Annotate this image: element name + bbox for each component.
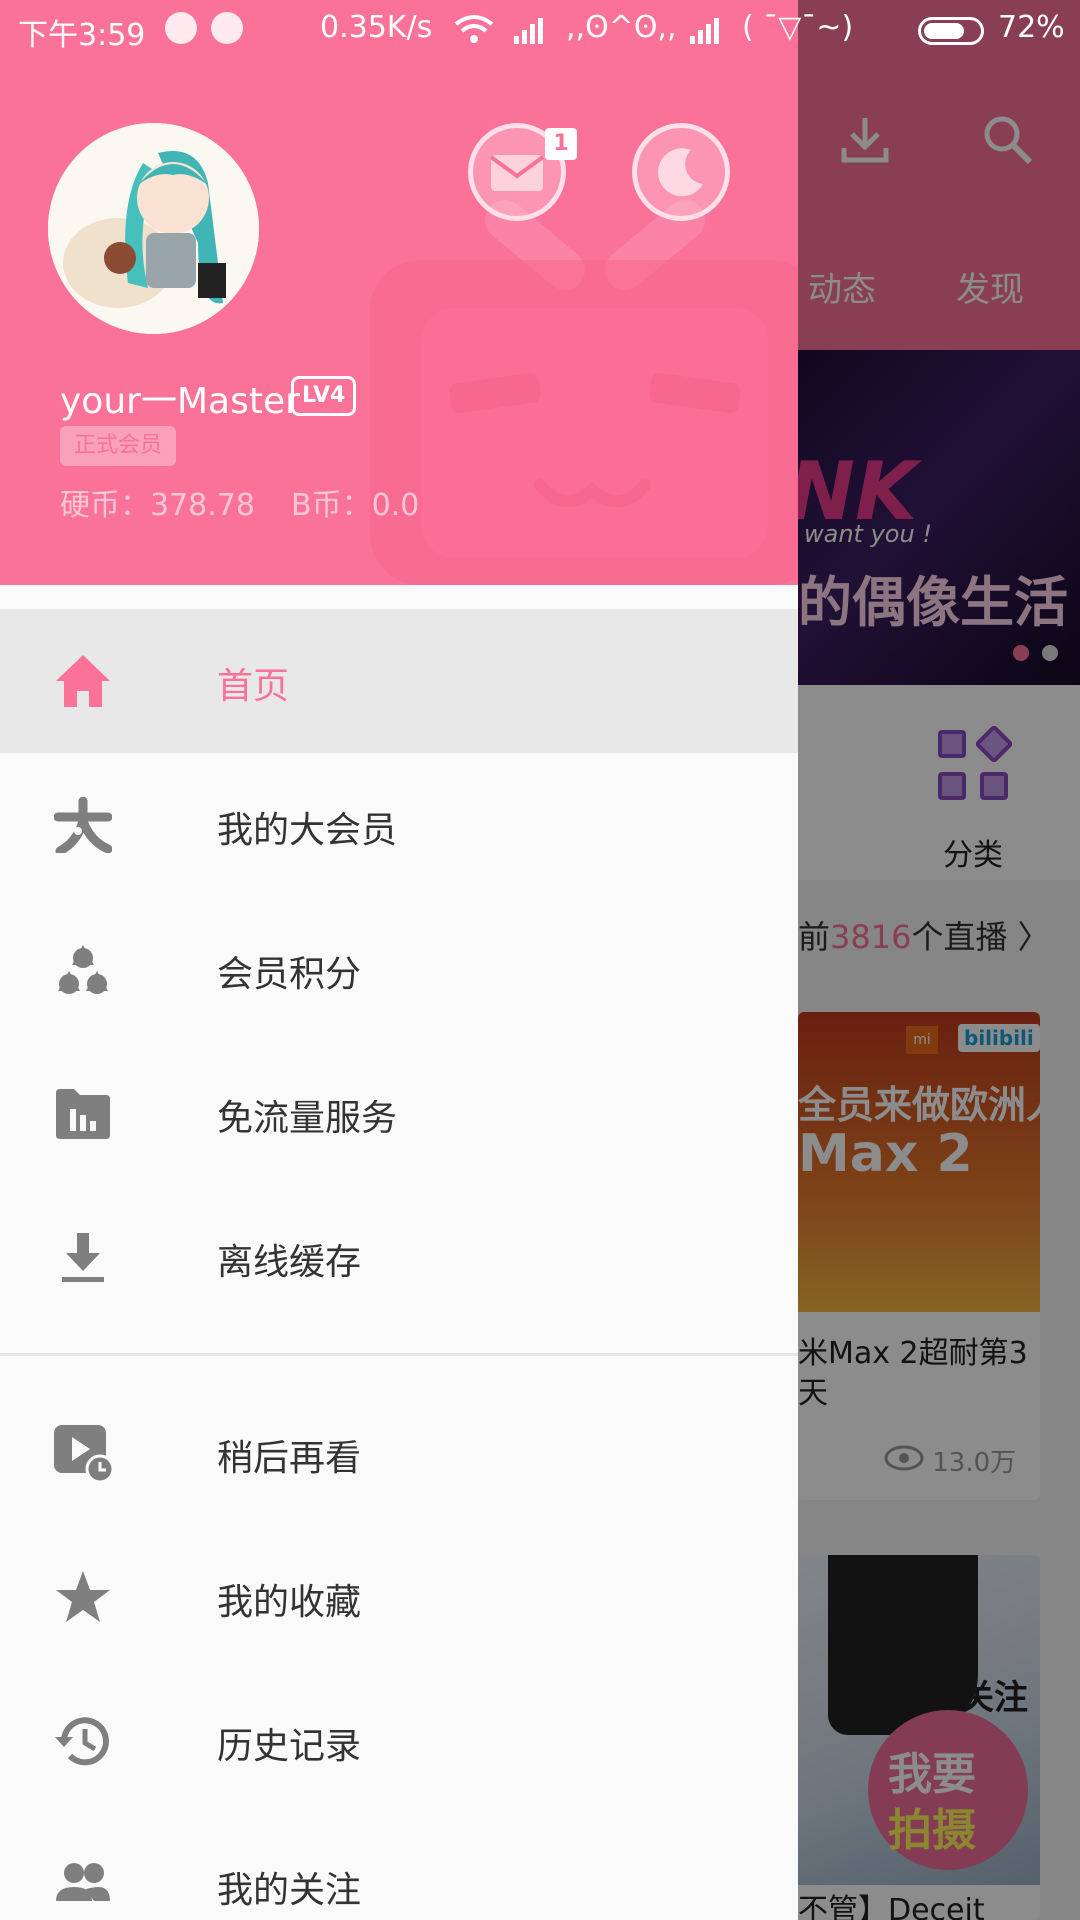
menu-item-label: 首页	[217, 666, 290, 707]
b-coins: B币：0.0	[290, 488, 420, 523]
menu-item-following[interactable]: 我的关注	[0, 1813, 798, 1920]
status-emoticon-2: ( ¯▽¯~)	[742, 10, 854, 45]
status-time: 下午3:59	[18, 18, 146, 53]
battery-percent: 72%	[998, 10, 1065, 45]
wifi-icon	[454, 15, 494, 43]
drawer-header: 1 your一Master LV4 正式会员 硬币：378.78 B币：0.0	[0, 0, 798, 585]
menu-item-favorites[interactable]: 我的收藏	[0, 1525, 798, 1669]
signal-icon	[514, 18, 543, 44]
network-speed: 0.35K/s	[320, 10, 433, 45]
menu-item-label: 我的大会员	[217, 810, 398, 851]
unread-badge: 1	[545, 128, 577, 160]
navigation-drawer: 1 your一Master LV4 正式会员 硬币：378.78 B币：0.0 首…	[0, 0, 798, 1920]
night-mode-button[interactable]	[632, 123, 730, 221]
menu-divider	[0, 1353, 798, 1356]
menu-item-watch-later[interactable]: 稍后再看	[0, 1381, 798, 1525]
notification-avatar-icon	[165, 12, 197, 44]
member-tag[interactable]: 正式会员	[60, 426, 176, 466]
download-icon	[62, 1233, 104, 1282]
free-data-icon	[56, 1089, 110, 1139]
drawer-menu-secondary: 稍后再看 我的收藏 历史记录 我的关注	[0, 1381, 798, 1920]
notification-app-icon	[211, 12, 243, 44]
signal-icon-2	[690, 18, 719, 44]
star-icon	[56, 1571, 110, 1622]
avatar[interactable]	[48, 123, 259, 334]
watch-later-icon	[54, 1425, 112, 1481]
following-icon	[56, 1863, 110, 1901]
scrim-overlay[interactable]	[798, 0, 1080, 1920]
battery-icon	[918, 17, 984, 45]
level-badge: LV4	[291, 376, 357, 416]
menu-item-label: 历史记录	[217, 1726, 362, 1767]
menu-item-free-data[interactable]: 免流量服务	[0, 1041, 798, 1185]
home-icon	[56, 655, 110, 707]
menu-item-label: 我的关注	[217, 1870, 362, 1911]
menu-item-points[interactable]: 会员积分	[0, 897, 798, 1041]
menu-item-label: 我的收藏	[217, 1582, 362, 1623]
vip-icon	[54, 797, 112, 853]
menu-item-label: 稍后再看	[217, 1438, 362, 1479]
status-bar: 下午3:59 0.35K/s ,,ʘ^ʘ,, ( ¯▽¯~) 72%	[0, 0, 1080, 58]
menu-item-label: 离线缓存	[217, 1242, 362, 1283]
menu-item-home[interactable]: 首页	[0, 609, 798, 753]
bilibili-tv-watermark-icon	[370, 200, 798, 585]
menu-item-vip[interactable]: 我的大会员	[0, 753, 798, 897]
menu-item-label: 会员积分	[217, 954, 362, 995]
username: your一Master	[60, 381, 300, 422]
drawer-menu: 首页 我的大会员 会员积分 免流量服务 离线缓存	[0, 609, 798, 1329]
history-icon	[55, 1717, 109, 1766]
status-emoticon: ,,ʘ^ʘ,,	[566, 10, 677, 45]
menu-item-history[interactable]: 历史记录	[0, 1669, 798, 1813]
moon-icon	[658, 148, 703, 197]
hard-coins: 硬币：378.78	[60, 488, 255, 523]
menu-item-label: 免流量服务	[217, 1098, 398, 1139]
points-icon	[58, 945, 108, 994]
coin-balance: 硬币：378.78 B币：0.0	[60, 480, 419, 524]
menu-item-offline-cache[interactable]: 离线缓存	[0, 1185, 798, 1329]
